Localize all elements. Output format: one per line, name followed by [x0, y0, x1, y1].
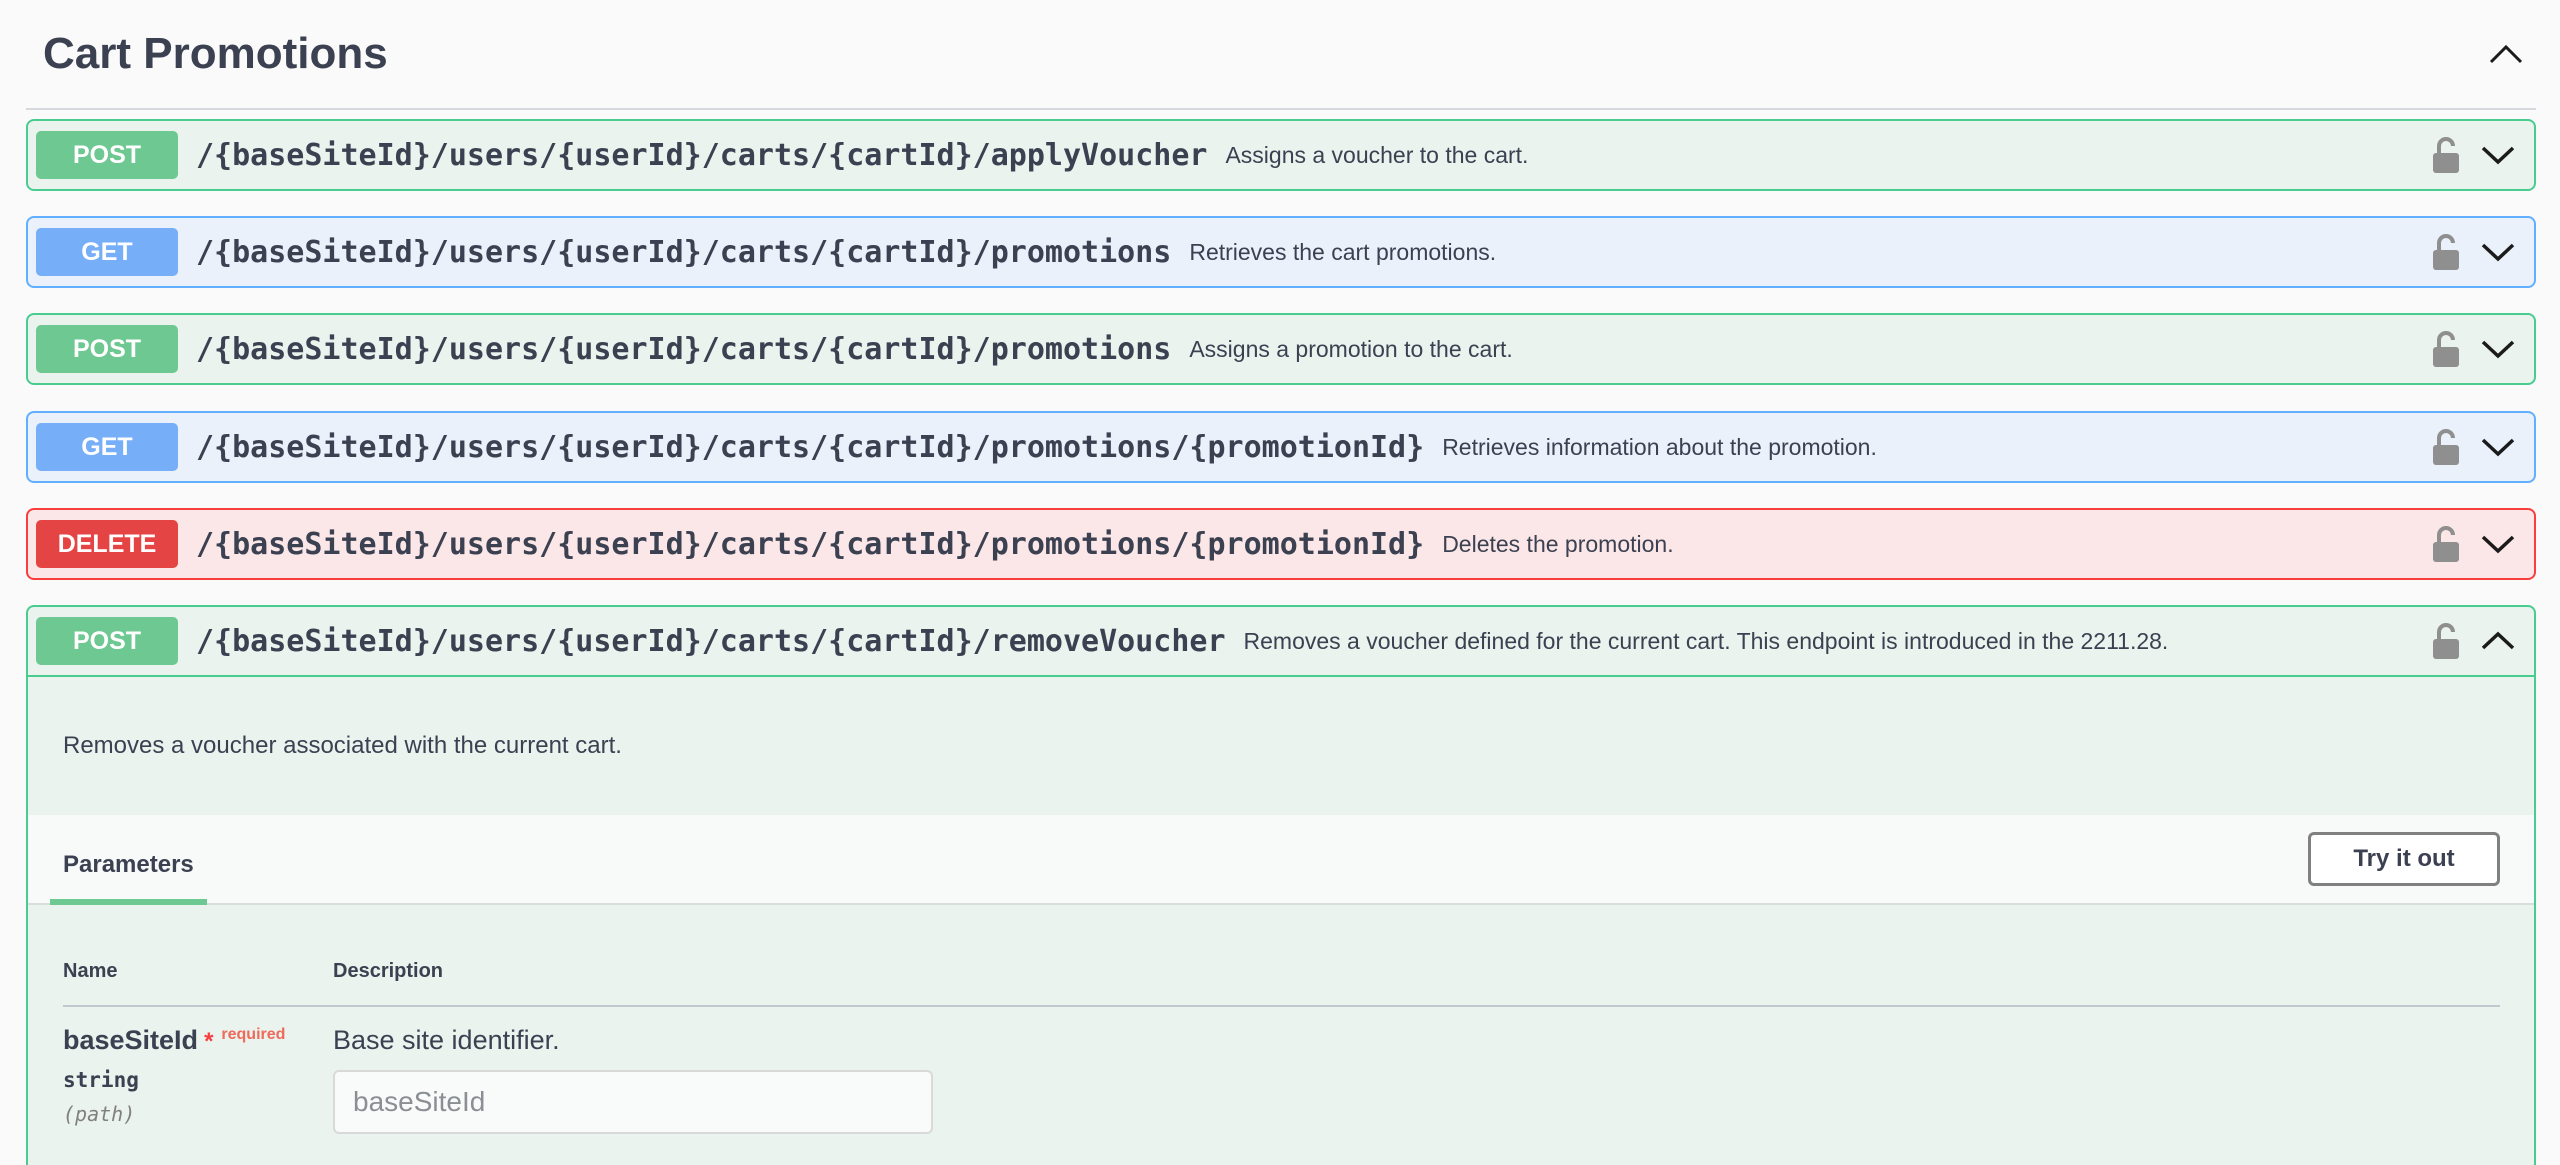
opblock-summary[interactable]: POST /{baseSiteId}/users/{userId}/carts/… — [28, 607, 2534, 675]
opblock-delete-promotion: DELETE /{baseSiteId}/users/{userId}/cart… — [26, 508, 2536, 580]
method-badge: GET — [36, 423, 178, 471]
method-badge: POST — [36, 617, 178, 665]
opblock-post-promotions: POST /{baseSiteId}/users/{userId}/carts/… — [26, 313, 2536, 385]
column-header-name: Name — [63, 960, 118, 982]
lock-icon[interactable] — [2430, 232, 2462, 272]
endpoint-path: /{baseSiteId}/users/{userId}/carts/{cart… — [196, 429, 1425, 465]
method-badge: DELETE — [36, 520, 178, 568]
chevron-down-icon[interactable] — [2480, 337, 2516, 361]
column-header-description: Description — [333, 960, 444, 982]
parameter-name: baseSiteId — [63, 1025, 199, 1055]
opblock-summary[interactable]: POST /{baseSiteId}/users/{userId}/carts/… — [28, 121, 2534, 189]
chevron-down-icon[interactable] — [2480, 435, 2516, 459]
parameter-description: Base site identifier. — [333, 1025, 560, 1055]
required-label: required — [221, 1026, 286, 1043]
operation-description: Removes a voucher associated with the cu… — [63, 732, 622, 759]
required-star: * — [204, 1028, 214, 1055]
opblock-summary[interactable]: GET /{baseSiteId}/users/{userId}/carts/{… — [28, 218, 2534, 286]
method-badge: POST — [36, 131, 178, 179]
lock-icon[interactable] — [2430, 135, 2462, 175]
opblock-summary[interactable]: DELETE /{baseSiteId}/users/{userId}/cart… — [28, 510, 2534, 578]
lock-icon[interactable] — [2430, 524, 2462, 564]
basesiteid-input[interactable] — [333, 1070, 933, 1134]
chevron-down-icon[interactable] — [2480, 532, 2516, 556]
parameter-location: (path) — [63, 1102, 136, 1126]
tab-parameters[interactable]: Parameters — [50, 851, 207, 905]
endpoint-summary: Removes a voucher defined for the curren… — [1243, 627, 2169, 654]
opblock-post-applyvoucher: POST /{baseSiteId}/users/{userId}/carts/… — [26, 119, 2536, 191]
try-it-out-button[interactable]: Try it out — [2308, 832, 2500, 886]
endpoint-path: /{baseSiteId}/users/{userId}/carts/{cart… — [196, 331, 1172, 367]
lock-icon[interactable] — [2430, 427, 2462, 467]
opblock-get-promotions: GET /{baseSiteId}/users/{userId}/carts/{… — [26, 216, 2536, 288]
endpoint-summary: Assigns a promotion to the cart. — [1189, 335, 1513, 362]
opblock-get-promotion-by-id: GET /{baseSiteId}/users/{userId}/carts/{… — [26, 411, 2536, 483]
parameters-table: Name Description baseSiteId * required str… — [28, 905, 2534, 1134]
endpoint-path: /{baseSiteId}/users/{userId}/carts/{cart… — [196, 137, 1208, 173]
parameter-type: string — [63, 1068, 139, 1092]
chevron-up-icon[interactable] — [2480, 629, 2516, 653]
chevron-up-icon[interactable] — [2476, 24, 2536, 84]
chevron-down-icon[interactable] — [2480, 143, 2516, 167]
parameters-table-header: Name Description — [63, 905, 2500, 1007]
endpoint-summary: Assigns a voucher to the cart. — [1225, 141, 1529, 168]
section-title: Cart Promotions — [43, 29, 388, 78]
chevron-down-icon[interactable] — [2480, 240, 2516, 264]
lock-icon[interactable] — [2430, 621, 2462, 661]
endpoint-summary: Deletes the promotion. — [1442, 530, 1674, 557]
endpoint-path: /{baseSiteId}/users/{userId}/carts/{cart… — [196, 623, 1226, 659]
endpoint-path: /{baseSiteId}/users/{userId}/carts/{cart… — [196, 234, 1172, 270]
opblock-summary[interactable]: GET /{baseSiteId}/users/{userId}/carts/{… — [28, 413, 2534, 481]
parameters-header: Parameters Try it out — [28, 815, 2534, 905]
opblock-post-removevoucher: POST /{baseSiteId}/users/{userId}/carts/… — [26, 605, 2536, 1165]
lock-icon[interactable] — [2430, 329, 2462, 369]
endpoint-path: /{baseSiteId}/users/{userId}/carts/{cart… — [196, 526, 1425, 562]
parameter-description-cell: Base site identifier. — [333, 1025, 933, 1134]
opblock-summary[interactable]: POST /{baseSiteId}/users/{userId}/carts/… — [28, 315, 2534, 383]
parameter-name-cell: baseSiteId * required string (path) — [63, 1025, 333, 1134]
method-badge: POST — [36, 325, 178, 373]
section-header[interactable]: Cart Promotions — [26, 0, 2536, 110]
endpoint-summary: Retrieves information about the promotio… — [1442, 433, 1877, 460]
endpoint-summary: Retrieves the cart promotions. — [1189, 238, 1497, 265]
parameter-row: baseSiteId * required string (path) Base s… — [63, 1007, 2500, 1134]
method-badge: GET — [36, 228, 178, 276]
opblock-body: Removes a voucher associated with the cu… — [28, 675, 2534, 1134]
